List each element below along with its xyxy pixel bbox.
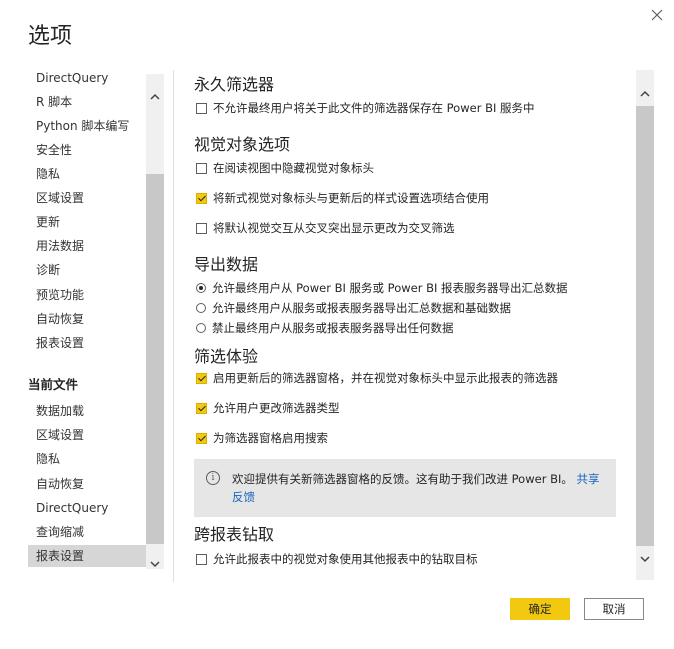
section-heading-export-data: 导出数据 [194,255,259,274]
nav-item-file-regional-settings[interactable]: 区域设置 [28,424,146,446]
option-label: 禁止最终用户从服务或报表服务器导出任何数据 [212,321,454,335]
chevron-down-icon[interactable] [639,550,651,563]
option-label: 不允许最终用户将关于此文件的筛选器保存在 Power BI 服务中 [213,101,535,115]
ok-button[interactable]: 确定 [510,598,570,620]
nav-item-report-settings[interactable]: 报表设置 [28,332,146,354]
option-label: 为筛选器窗格启用搜索 [213,431,328,445]
option-cross-report-drillthrough[interactable]: 允许此报表中的视觉对象使用其他报表中的钻取目标 [196,551,478,567]
section-heading-filter-experience: 筛选体验 [194,347,259,366]
dialog-title: 选项 [28,24,73,49]
checkbox[interactable] [196,553,207,565]
nav-item-security[interactable]: 安全性 [28,139,146,161]
content-scrollbar-thumb[interactable] [636,106,654,546]
nav-item-privacy[interactable]: 隐私 [28,163,146,185]
nav-item-file-report-settings[interactable]: 报表设置 [28,545,146,567]
chevron-up-icon[interactable] [639,85,651,97]
option-change-filter-type[interactable]: 允许用户更改筛选器类型 [196,400,340,416]
cancel-button[interactable]: 取消 [584,598,644,620]
option-label: 将新式视觉对象标头与更新后的样式设置选项结合使用 [213,191,489,205]
settings-content: 永久筛选器 不允许最终用户将关于此文件的筛选器保存在 Power BI 服务中 … [174,64,636,580]
radio[interactable] [196,303,206,313]
option-export-none[interactable]: 禁止最终用户从服务或报表服务器导出任何数据 [196,320,454,336]
current-file-header: 当前文件 [28,377,79,392]
checkbox-checked[interactable] [196,402,207,414]
nav-item-file-privacy[interactable]: 隐私 [28,448,146,470]
chevron-up-icon[interactable] [149,88,161,100]
option-enable-new-filter-pane[interactable]: 启用更新后的筛选器窗格，并在视觉对象标头中显示此报表的筛选器 [196,370,558,386]
nav-item-preview-features[interactable]: 预览功能 [28,284,146,306]
section-heading-visual-options: 视觉对象选项 [194,135,291,154]
radio[interactable] [196,323,206,333]
info-icon: i [206,471,220,485]
nav-scrollbar-thumb[interactable] [146,174,164,544]
content-scrollbar[interactable] [636,70,654,580]
close-icon[interactable] [646,4,668,26]
nav-item-query-reduction[interactable]: 查询缩减 [28,521,146,543]
radio-selected[interactable] [196,283,206,293]
nav-item-r-script[interactable]: R 脚本 [28,91,146,113]
option-disallow-persistent-filters[interactable]: 不允许最终用户将关于此文件的筛选器保存在 Power BI 服务中 [196,100,535,116]
nav-item-directquery[interactable]: DirectQuery [28,70,146,89]
nav-item-auto-recovery[interactable]: 自动恢复 [28,308,146,330]
option-hide-visual-header[interactable]: 在阅读视图中隐藏视觉对象标头 [196,160,374,176]
chevron-down-icon[interactable] [149,555,161,568]
option-label: 允许最终用户从 Power BI 服务或 Power BI 报表服务器导出汇总数… [212,281,568,295]
option-label: 将默认视觉交互从交叉突出显示更改为交叉筛选 [213,221,455,235]
info-text: 欢迎提供有关新筛选器窗格的反馈。这有助于我们改进 Power BI。 共享反馈 [232,470,610,506]
option-export-underlying[interactable]: 允许最终用户从服务或报表服务器导出汇总数据和基础数据 [196,300,511,316]
option-export-summarized[interactable]: 允许最终用户从 Power BI 服务或 Power BI 报表服务器导出汇总数… [196,280,568,296]
nav-item-usage-data[interactable]: 用法数据 [28,235,146,257]
feedback-info-box: i 欢迎提供有关新筛选器窗格的反馈。这有助于我们改进 Power BI。 共享反… [194,459,616,517]
checkbox[interactable] [196,162,207,174]
option-filter-pane-search[interactable]: 为筛选器窗格启用搜索 [196,430,328,446]
nav-item-updates[interactable]: 更新 [28,211,146,233]
option-label: 启用更新后的筛选器窗格，并在视觉对象标头中显示此报表的筛选器 [213,371,558,385]
info-message: 欢迎提供有关新筛选器窗格的反馈。这有助于我们改进 Power BI。 [232,472,573,486]
nav-item-file-directquery[interactable]: DirectQuery [28,497,146,519]
checkbox[interactable] [196,102,207,114]
option-label: 允许用户更改筛选器类型 [213,401,340,415]
nav-item-python-script[interactable]: Python 脚本编写 [28,115,146,137]
option-cross-filter-default[interactable]: 将默认视觉交互从交叉突出显示更改为交叉筛选 [196,220,455,236]
nav-item-data-load[interactable]: 数据加载 [28,400,146,422]
checkbox[interactable] [196,222,207,234]
nav-item-file-auto-recovery[interactable]: 自动恢复 [28,473,146,495]
nav-item-regional-settings[interactable]: 区域设置 [28,187,146,209]
option-label: 允许此报表中的视觉对象使用其他报表中的钻取目标 [213,552,478,566]
section-heading-cross-report: 跨报表钻取 [194,525,275,544]
option-modern-visual-header[interactable]: 将新式视觉对象标头与更新后的样式设置选项结合使用 [196,190,489,206]
nav-item-diagnostics[interactable]: 诊断 [28,259,146,281]
checkbox-checked[interactable] [196,432,207,444]
nav-scrollbar[interactable] [146,74,164,569]
checkbox-checked[interactable] [196,192,207,204]
option-label: 允许最终用户从服务或报表服务器导出汇总数据和基础数据 [212,301,511,315]
section-heading-persistent-filters: 永久筛选器 [194,75,275,94]
option-label: 在阅读视图中隐藏视觉对象标头 [213,161,374,175]
checkbox-checked[interactable] [196,372,207,384]
